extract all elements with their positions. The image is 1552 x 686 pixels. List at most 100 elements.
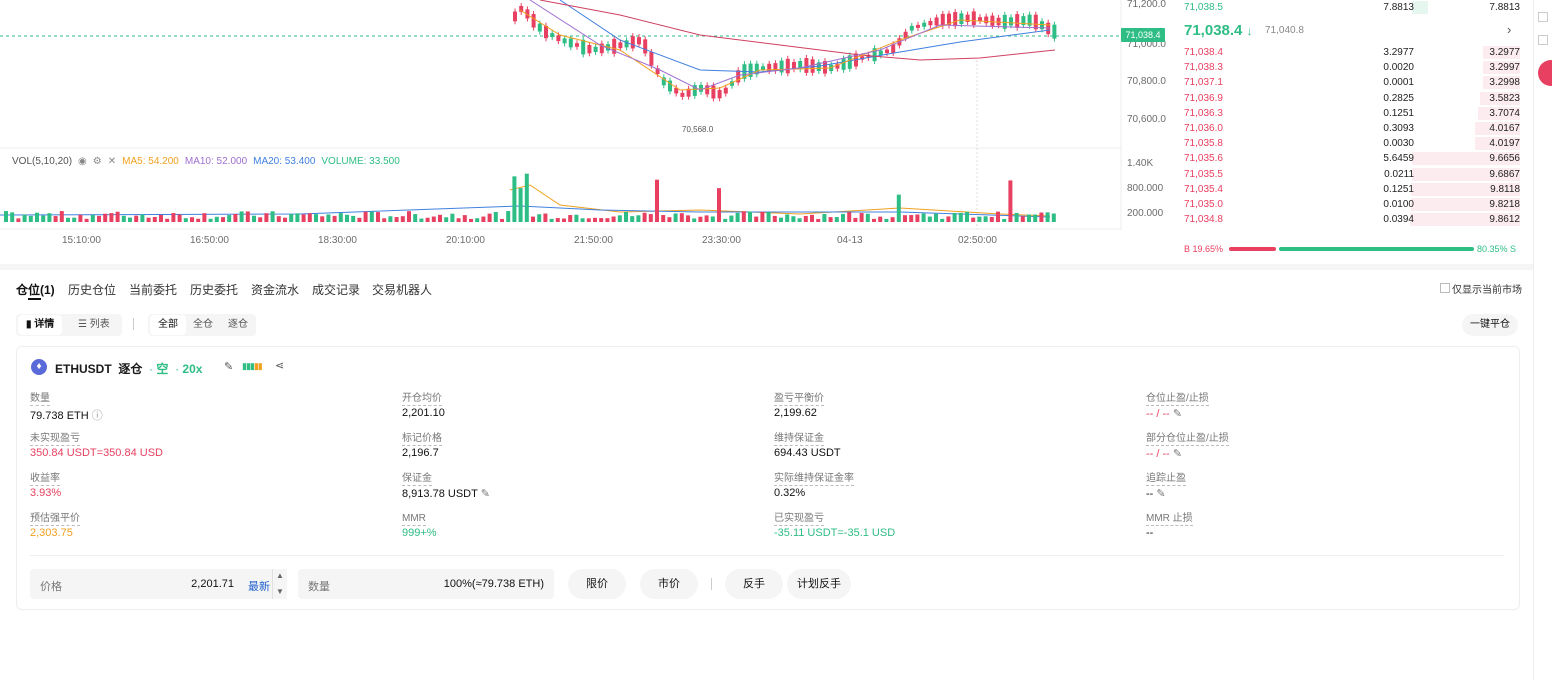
volume-bar bbox=[766, 212, 771, 222]
ask-total: 3.7074 bbox=[1489, 107, 1520, 119]
tab-funding[interactable]: 资金流水 bbox=[251, 281, 299, 298]
qty-input-label: 数量 bbox=[308, 581, 330, 593]
ask-total: 9.6656 bbox=[1489, 153, 1520, 165]
filter-all[interactable]: 全部 bbox=[150, 315, 186, 335]
tpsl-value[interactable]: -- / -- ✎ bbox=[1146, 407, 1182, 420]
volume-bar bbox=[555, 218, 560, 222]
orderbook-ask-row[interactable]: 71,035.6 5.6459 9.6656 bbox=[1184, 151, 1520, 166]
volume-bar bbox=[438, 214, 442, 222]
volume-bar bbox=[698, 216, 703, 222]
orderbook-ask-row[interactable]: 71,038.4 3.2977 3.2977 bbox=[1184, 45, 1520, 60]
kline-chart[interactable]: 71,200.0 71,000.0 70,800.0 70,600.0 71,0… bbox=[0, 0, 1170, 262]
volume-bar bbox=[921, 213, 926, 222]
detail-view-button[interactable]: ▮ 详情 bbox=[18, 315, 63, 335]
volume-bar bbox=[772, 215, 777, 222]
price-input-value[interactable]: 2,201.71 bbox=[178, 578, 234, 590]
orderbook-ask-row[interactable]: 71,037.1 0.0001 3.2998 bbox=[1184, 75, 1520, 90]
reverse-button[interactable]: 反手 bbox=[725, 569, 783, 599]
volume-axis-label: 1.40K bbox=[1127, 158, 1154, 169]
tab-open-orders[interactable]: 当前委托 bbox=[129, 281, 177, 298]
view-mode-toggle: ▮ 详情 ☰ 列表 bbox=[16, 314, 122, 336]
avatar[interactable] bbox=[1538, 60, 1552, 86]
ask-qty: 3.2977 bbox=[1383, 47, 1414, 58]
filter-isolated[interactable]: 逐仓 bbox=[220, 315, 256, 335]
volume-bar bbox=[611, 216, 616, 222]
trailing-value[interactable]: -- ✎ bbox=[1146, 487, 1166, 500]
volume-bar bbox=[16, 218, 21, 222]
volume-bar bbox=[270, 211, 275, 222]
price-input[interactable]: 价格 2,201.71 最新 ▲ ▼ bbox=[30, 569, 287, 599]
orderbook-ask-row[interactable]: 71,035.4 0.1251 9.8118 bbox=[1184, 182, 1520, 197]
actual-mmr-label: 实际维持保证金率 bbox=[774, 473, 854, 486]
volume-bar bbox=[78, 214, 83, 222]
edit-icon: ✎ bbox=[1172, 448, 1183, 460]
qty-input[interactable]: 数量 100%(≈79.738 ETH) bbox=[298, 569, 554, 599]
orderbook-ask-row[interactable]: 71,035.5 0.0211 9.6867 bbox=[1184, 167, 1520, 182]
volume-bar bbox=[686, 215, 690, 222]
tab-order-history[interactable]: 历史委托 bbox=[190, 281, 238, 298]
entry-label: 开仓均价 bbox=[402, 393, 442, 406]
only-current-market-checkbox[interactable] bbox=[1440, 283, 1450, 293]
mark-label: 标记价格 bbox=[402, 433, 442, 446]
partial-tpsl-value[interactable]: -- / -- ✎ bbox=[1146, 447, 1182, 460]
orderbook-bid-row[interactable]: 71,038.5 7.8813 7.8813 bbox=[1184, 0, 1520, 15]
trailing-label: 追踪止盈 bbox=[1146, 473, 1186, 486]
volume-legend: VOL(5,10,20) ◉ ⚙ ✕ MA5: 54.200 MA10: 52.… bbox=[12, 156, 400, 167]
ask-total: 3.2977 bbox=[1489, 47, 1520, 58]
volume-bar bbox=[946, 216, 951, 222]
settings-icon[interactable]: ⚙ bbox=[93, 156, 102, 167]
ask-price: 71,035.8 bbox=[1184, 138, 1223, 150]
checkbox[interactable] bbox=[1538, 35, 1548, 45]
tab-history-positions[interactable]: 历史仓位 bbox=[68, 281, 116, 298]
share-icon[interactable]: ⋖ bbox=[275, 359, 284, 372]
kline-chart-canvas[interactable] bbox=[0, 0, 1170, 262]
volume-bar bbox=[202, 213, 207, 222]
volume-bar bbox=[816, 218, 821, 222]
tab-trades[interactable]: 成交记录 bbox=[312, 281, 360, 298]
volume-bar bbox=[431, 216, 436, 222]
limit-close-button[interactable]: 限价 bbox=[568, 569, 626, 599]
orderbook-ask-row[interactable]: 71,036.0 0.3093 4.0167 bbox=[1184, 121, 1520, 136]
checkbox[interactable] bbox=[1538, 12, 1548, 22]
edit-icon: ✎ bbox=[1156, 488, 1166, 500]
stepper-down-icon[interactable]: ▼ bbox=[276, 587, 284, 596]
qty-input-value[interactable]: 100%(≈79.738 ETH) bbox=[408, 578, 544, 590]
orderbook-ask-row[interactable]: 71,036.3 0.1251 3.7074 bbox=[1184, 106, 1520, 121]
tab-bots[interactable]: 交易机器人 bbox=[372, 281, 432, 298]
volume-bar bbox=[1051, 213, 1056, 222]
chevron-right-icon[interactable]: › bbox=[1507, 22, 1511, 37]
plan-reverse-button[interactable]: 计划反手 bbox=[787, 569, 851, 599]
volume-bar bbox=[878, 216, 883, 222]
volume-bar bbox=[655, 179, 659, 222]
market-close-button[interactable]: 市价 bbox=[640, 569, 698, 599]
stepper-up-icon[interactable]: ▲ bbox=[276, 571, 284, 580]
eye-icon[interactable]: ◉ bbox=[78, 156, 87, 167]
ask-qty: 0.0100 bbox=[1383, 199, 1414, 210]
orderbook-ask-row[interactable]: 71,038.3 0.0020 3.2997 bbox=[1184, 60, 1520, 75]
orderbook-ask-row[interactable]: 71,034.8 0.0394 9.8612 bbox=[1184, 212, 1520, 227]
close-all-button[interactable]: 一键平仓 bbox=[1462, 314, 1518, 336]
liq-label: 预估强平价 bbox=[30, 513, 80, 526]
volume-bar bbox=[1020, 216, 1025, 222]
volume-bar bbox=[450, 213, 455, 222]
tab-positions[interactable]: 仓位(1) bbox=[16, 281, 55, 298]
volume-bar bbox=[847, 212, 852, 222]
filter-cross[interactable]: 全仓 bbox=[185, 315, 221, 335]
orderbook-last-price: 71,038.4 ↓ bbox=[1184, 22, 1253, 39]
orderbook-ask-row[interactable]: 71,035.8 0.0030 4.0197 bbox=[1184, 136, 1520, 151]
ask-qty: 0.3093 bbox=[1383, 123, 1414, 134]
volume-bar bbox=[518, 188, 523, 222]
close-icon[interactable]: ✕ bbox=[108, 156, 116, 167]
volume-bar bbox=[90, 214, 95, 222]
orderbook-ask-row[interactable]: 71,035.0 0.0100 9.8218 bbox=[1184, 197, 1520, 212]
volume-bar bbox=[109, 213, 114, 222]
latest-price-button[interactable]: 最新 bbox=[248, 578, 270, 594]
volume-bar bbox=[958, 212, 963, 222]
list-view-button[interactable]: ☰ 列表 bbox=[70, 315, 118, 335]
edit-icon[interactable]: ✎ bbox=[224, 360, 233, 373]
upnl-value: 350.84 USDT=350.84 USD bbox=[30, 447, 163, 459]
ask-price: 71,035.0 bbox=[1184, 199, 1223, 210]
margin-filter: 全部 全仓 逐仓 bbox=[148, 314, 256, 336]
orderbook-ask-row[interactable]: 71,036.9 0.2825 3.5823 bbox=[1184, 91, 1520, 106]
volume-bar bbox=[152, 216, 157, 222]
